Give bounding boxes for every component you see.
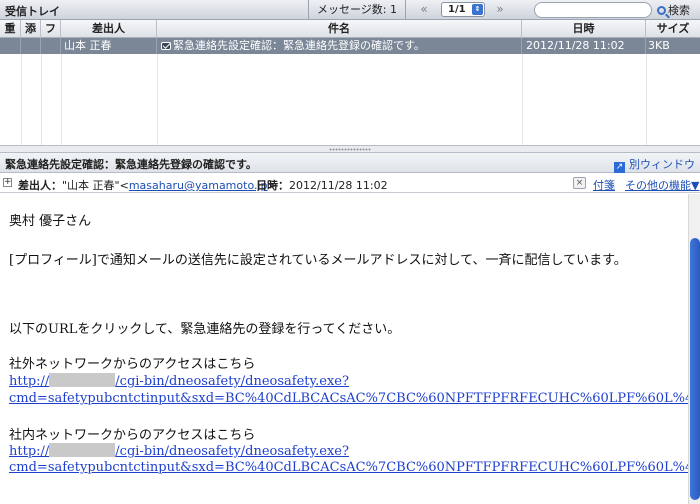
date-label: 日時： — [256, 179, 289, 192]
column-subject[interactable]: 件名 — [157, 20, 522, 38]
other-functions-menu[interactable]: その他の機能▼ — [625, 177, 699, 193]
page-select[interactable]: 1/1 ⇕ — [441, 2, 485, 17]
meta-from: 差出人："山本 正春"<masaharu@yamamoto.jp> — [18, 177, 277, 193]
row-important-cell — [0, 38, 21, 54]
internal-link-line-2: cmd=safetypubcntctinput&sxd=BC%40CdLBCAC… — [9, 460, 688, 475]
body-scrollbar[interactable] — [688, 194, 700, 504]
open-new-window-link[interactable]: ↗ 別ウィンドウ — [614, 156, 695, 173]
new-window-label: 別ウィンドウ — [629, 158, 695, 171]
expand-icon[interactable]: + — [3, 178, 12, 187]
preview-header: 緊急連絡先設定確認：緊急連絡先登録の確認です。 ↗ 別ウィンドウ — [0, 153, 700, 173]
preview-subject: 緊急連絡先設定確認：緊急連絡先登録の確認です。 — [5, 158, 257, 171]
row-flag-cell — [41, 38, 61, 54]
search-label: 検索 — [668, 4, 690, 17]
chevron-down-icon: ▼ — [691, 179, 700, 192]
envelope-icon — [161, 42, 171, 50]
external-link-line-1: http:// /cgi-bin/dneosafety/dneosafety.ex… — [9, 373, 349, 389]
from-label: 差出人： — [18, 179, 62, 192]
column-divider — [61, 54, 62, 145]
splitter-grip-icon — [329, 148, 371, 151]
meta-date: 日時：2012/11/28 11:02 — [256, 177, 388, 193]
row-subject: 緊急連絡先設定確認：緊急連絡先登録の確認です。 — [173, 39, 425, 52]
column-size[interactable]: サイズ — [646, 20, 700, 38]
folder-title: 受信トレイ — [5, 5, 60, 18]
external-window-icon: ↗ — [614, 162, 625, 173]
next-page-button[interactable]: » — [486, 0, 514, 19]
external-link-prefix: http:// — [9, 374, 50, 389]
from-email-link[interactable]: masaharu@yamamoto.jp — [129, 179, 268, 192]
message-list-header: 重 添 フ 差出人 件名 日時 サイズ — [0, 20, 700, 38]
spinner-icon: ⇕ — [472, 4, 483, 15]
internal-access-heading: 社内ネットワークからのアクセスはこちら — [9, 428, 256, 443]
message-count: メッセージ数: 1 — [308, 0, 406, 19]
column-important[interactable]: 重 — [0, 20, 21, 38]
row-date: 2012/11/28 11:02 — [522, 38, 646, 54]
search-icon — [657, 6, 666, 15]
close-icon[interactable]: × — [573, 177, 586, 189]
scrollbar-thumb[interactable] — [690, 238, 700, 500]
redacted-host — [49, 443, 116, 457]
column-attachment[interactable]: 添 — [21, 20, 41, 38]
column-divider — [21, 54, 22, 145]
date-value: 2012/11/28 11:02 — [289, 179, 388, 192]
internal-link-line-1: http:// /cgi-bin/dneosafety/dneosafety.ex… — [9, 443, 349, 459]
message-list-empty-area — [0, 54, 700, 145]
greeting: 奥村 優子さん — [9, 214, 92, 229]
internal-link-prefix: http:// — [9, 444, 50, 459]
message-row[interactable]: 山本 正春 緊急連絡先設定確認：緊急連絡先登録の確認です。 2012/11/28… — [0, 38, 700, 54]
internal-link[interactable]: http:// /cgi-bin/dneosafety/dneosafety.ex… — [9, 443, 349, 459]
external-link-line-2: cmd=safetypubcntctinput&sxd=BC%40CdLBCAC… — [9, 391, 688, 406]
external-link-query[interactable]: cmd=safetypubcntctinput&sxd=BC%40CdLBCAC… — [9, 391, 688, 406]
pane-splitter[interactable] — [0, 145, 700, 153]
column-flag[interactable]: フ — [41, 20, 61, 38]
column-divider — [157, 54, 158, 145]
internal-link-path: /cgi-bin/dneosafety/dneosafety.exe? — [115, 444, 349, 459]
external-access-heading: 社外ネットワークからのアクセスはこちら — [9, 357, 256, 372]
column-date[interactable]: 日時 — [522, 20, 646, 38]
column-divider — [522, 54, 523, 145]
external-link[interactable]: http:// /cgi-bin/dneosafety/dneosafety.ex… — [9, 373, 349, 389]
body-line-1: [プロフィール]で通知メールの送信先に設定されているメールアドレスに対して、一斉… — [9, 253, 627, 268]
preview-meta-bar: + 差出人："山本 正春"<masaharu@yamamoto.jp> 日時：2… — [0, 173, 700, 193]
internal-link-query[interactable]: cmd=safetypubcntctinput&sxd=BC%40CdLBCAC… — [9, 460, 688, 475]
sticky-note-link[interactable]: 付箋 — [593, 177, 615, 193]
row-subject-cell: 緊急連絡先設定確認：緊急連絡先登録の確認です。 — [157, 38, 522, 54]
column-divider — [41, 54, 42, 145]
search-button[interactable]: 検索 — [657, 2, 690, 18]
redacted-host — [49, 373, 116, 387]
row-from: 山本 正春 — [61, 38, 157, 54]
page-select-value: 1/1 — [448, 4, 466, 15]
body-line-2: 以下のURLをクリックして、緊急連絡先の登録を行ってください。 — [9, 322, 401, 337]
column-divider — [646, 54, 647, 145]
external-link-path: /cgi-bin/dneosafety/dneosafety.exe? — [115, 374, 349, 389]
top-toolbar: 受信トレイ メッセージ数: 1 « 1/1 ⇕ » 検索 — [0, 0, 700, 20]
search-input[interactable] — [534, 2, 652, 18]
prev-page-button[interactable]: « — [410, 0, 438, 19]
other-functions-label: その他の機能 — [625, 179, 691, 192]
row-attachment-cell — [21, 38, 41, 54]
message-body: 奥村 優子さん [プロフィール]で通知メールの送信先に設定されているメールアドレ… — [0, 194, 688, 504]
row-size: 3KB — [648, 39, 670, 52]
from-name: "山本 正春"< — [62, 179, 129, 192]
column-from[interactable]: 差出人 — [61, 20, 157, 38]
